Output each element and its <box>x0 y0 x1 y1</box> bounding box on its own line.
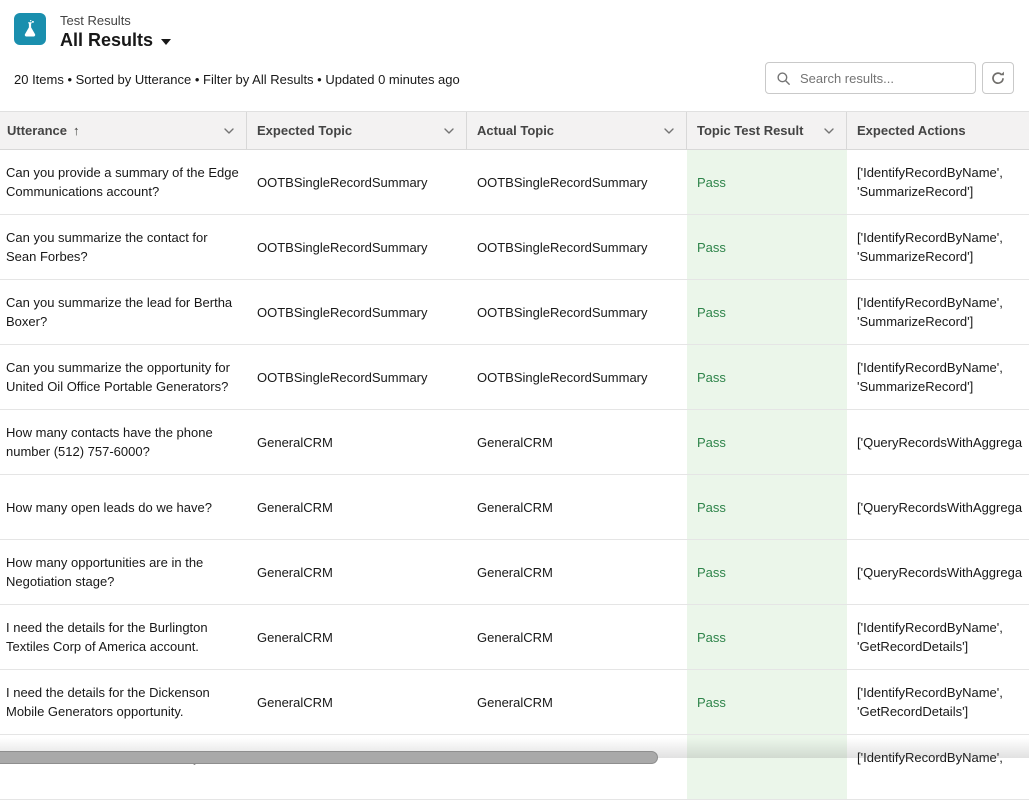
result-cell: Pass <box>687 150 847 214</box>
actual-topic-cell: GeneralCRM <box>467 540 687 604</box>
actual-topic-cell: GeneralCRM <box>467 605 687 669</box>
table-row[interactable]: How many contacts have the phone number … <box>0 410 1029 475</box>
expected-topic-cell: GeneralCRM <box>247 540 467 604</box>
column-label: Expected Actions <box>857 123 966 138</box>
list-controls <box>765 62 1014 94</box>
expected-actions-cell: ['IdentifyRecordByName', 'SummarizeRecor… <box>847 215 1029 279</box>
result-cell: Pass <box>687 345 847 409</box>
expected-topic-cell: GeneralCRM <box>247 475 467 539</box>
column-menu-button[interactable] <box>820 122 838 140</box>
results-table: Utterance ↑ Expected Topic Actual Topic <box>0 111 1029 800</box>
expected-topic-cell: OOTBSingleRecordSummary <box>247 280 467 344</box>
expected-topic-cell: OOTBSingleRecordSummary <box>247 150 467 214</box>
utterance-cell: I need the details for the Burlington Te… <box>0 605 247 669</box>
result-cell: Pass <box>687 670 847 734</box>
column-header-expected-actions[interactable]: Expected Actions <box>847 112 1029 149</box>
result-cell: Pass <box>687 410 847 474</box>
test-results-flask-icon <box>14 13 46 45</box>
view-selector-caret-icon <box>161 39 171 45</box>
table-header-row: Utterance ↑ Expected Topic Actual Topic <box>0 111 1029 150</box>
view-selector-label: All Results <box>60 30 153 51</box>
column-header-actual-topic[interactable]: Actual Topic <box>467 112 687 149</box>
table-row[interactable]: Can you summarize the contact for Sean F… <box>0 215 1029 280</box>
result-cell: Pass <box>687 280 847 344</box>
sort-ascending-icon: ↑ <box>73 123 80 138</box>
expected-actions-cell: ['IdentifyRecordByName', 'SummarizeRecor… <box>847 345 1029 409</box>
expected-actions-cell: ['IdentifyRecordByName', 'SummarizeRecor… <box>847 150 1029 214</box>
chevron-down-icon <box>442 124 456 138</box>
utterance-cell: Can you provide a summary of the Edge Co… <box>0 150 247 214</box>
app-root: Test Results All Results 20 Items • Sort… <box>0 0 1029 800</box>
result-cell <box>687 735 847 799</box>
column-label: Expected Topic <box>257 123 352 138</box>
expected-actions-cell: ['QueryRecordsWithAggrega <box>847 410 1029 474</box>
refresh-icon <box>990 70 1006 86</box>
search-box <box>765 62 976 94</box>
table-row[interactable]: I need the details for the Burlington Te… <box>0 605 1029 670</box>
expected-actions-cell: ['IdentifyRecordByName', 'SummarizeRecor… <box>847 280 1029 344</box>
expected-actions-cell: ['IdentifyRecordByName', 'GetRecordDetai… <box>847 670 1029 734</box>
expected-actions-cell: ['IdentifyRecordByName', 'GetRecordDetai… <box>847 605 1029 669</box>
expected-actions-cell: ['QueryRecordsWithAggrega <box>847 475 1029 539</box>
column-menu-button[interactable] <box>660 122 678 140</box>
object-label: Test Results <box>60 13 171 29</box>
expected-actions-cell: ['QueryRecordsWithAggrega <box>847 540 1029 604</box>
table-body: Can you provide a summary of the Edge Co… <box>0 150 1029 800</box>
utterance-cell: I need the details for the Dickenson Mob… <box>0 670 247 734</box>
utterance-cell: Can you summarize the contact for Sean F… <box>0 215 247 279</box>
table-row[interactable]: I need the details for the Dickenson Mob… <box>0 670 1029 735</box>
utterance-cell: How many opportunities are in the Negoti… <box>0 540 247 604</box>
expected-topic-cell: OOTBSingleRecordSummary <box>247 215 467 279</box>
column-header-utterance[interactable]: Utterance ↑ <box>0 112 247 149</box>
actual-topic-cell: GeneralCRM <box>467 670 687 734</box>
search-input[interactable] <box>798 70 965 87</box>
search-icon <box>776 71 791 86</box>
expected-topic-cell <box>247 735 467 799</box>
entity-titles: Test Results All Results <box>60 13 171 51</box>
chevron-down-icon <box>822 124 836 138</box>
result-cell: Pass <box>687 475 847 539</box>
refresh-button[interactable] <box>982 62 1014 94</box>
table-row[interactable]: Can you summarize the lead for Bertha Bo… <box>0 280 1029 345</box>
result-cell: Pass <box>687 605 847 669</box>
actual-topic-cell: OOTBSingleRecordSummary <box>467 280 687 344</box>
expected-topic-cell: GeneralCRM <box>247 410 467 474</box>
utterance-cell: Can you summarize the lead for Bertha Bo… <box>0 280 247 344</box>
utterance-cell: How many open leads do we have? <box>0 475 247 539</box>
chevron-down-icon <box>662 124 676 138</box>
column-label: Actual Topic <box>477 123 554 138</box>
column-header-topic-test-result[interactable]: Topic Test Result <box>687 112 847 149</box>
table-row[interactable]: How many open leads do we have? GeneralC… <box>0 475 1029 540</box>
column-label: Topic Test Result <box>697 123 803 138</box>
column-header-expected-topic[interactable]: Expected Topic <box>247 112 467 149</box>
list-summary: 20 Items • Sorted by Utterance • Filter … <box>14 72 460 87</box>
expected-topic-cell: GeneralCRM <box>247 670 467 734</box>
actual-topic-cell <box>467 735 687 799</box>
result-cell: Pass <box>687 540 847 604</box>
list-view-header: Test Results All Results 20 Items • Sort… <box>0 0 1029 111</box>
table-row[interactable]: Can you summarize the opportunity for Un… <box>0 345 1029 410</box>
actual-topic-cell: GeneralCRM <box>467 475 687 539</box>
column-label: Utterance <box>7 123 67 138</box>
actual-topic-cell: GeneralCRM <box>467 410 687 474</box>
actual-topic-cell: OOTBSingleRecordSummary <box>467 150 687 214</box>
table-row[interactable]: Can you provide a summary of the Edge Co… <box>0 150 1029 215</box>
column-menu-button[interactable] <box>220 122 238 140</box>
table-row[interactable]: How many opportunities are in the Negoti… <box>0 540 1029 605</box>
view-selector[interactable]: All Results <box>60 30 171 51</box>
utterance-cell: Can you summarize the opportunity for Un… <box>0 345 247 409</box>
utterance-cell: I need the details for the lead Phyllis <box>0 735 247 799</box>
column-menu-button[interactable] <box>440 122 458 140</box>
actual-topic-cell: OOTBSingleRecordSummary <box>467 345 687 409</box>
chevron-down-icon <box>222 124 236 138</box>
utterance-cell: How many contacts have the phone number … <box>0 410 247 474</box>
actual-topic-cell: OOTBSingleRecordSummary <box>467 215 687 279</box>
expected-actions-cell: ['IdentifyRecordByName', <box>847 735 1029 799</box>
table-row[interactable]: I need the details for the lead Phyllis … <box>0 735 1029 800</box>
result-cell: Pass <box>687 215 847 279</box>
expected-topic-cell: OOTBSingleRecordSummary <box>247 345 467 409</box>
expected-topic-cell: GeneralCRM <box>247 605 467 669</box>
